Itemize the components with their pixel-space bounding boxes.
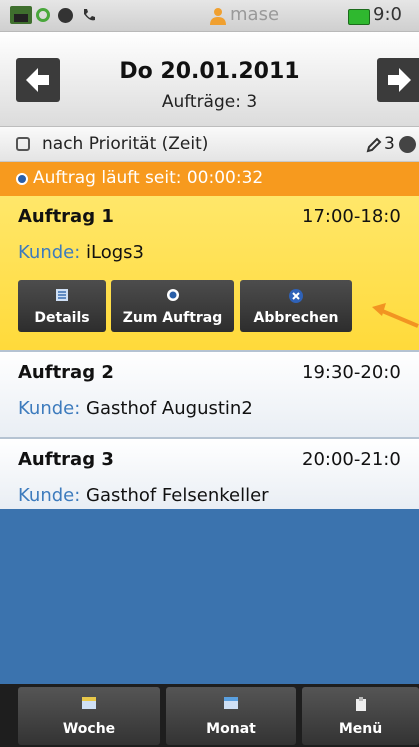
sort-icon <box>16 137 30 151</box>
cancel-button[interactable]: Abbrechen <box>240 280 352 332</box>
customer-name: iLogs3 <box>86 242 145 263</box>
order-item[interactable]: Auftrag 3 20:00-21:0 Kunde: Gasthof Fels… <box>0 439 419 509</box>
battery-icon <box>348 9 370 25</box>
check-icon <box>399 136 416 153</box>
week-button[interactable]: Woche <box>18 687 160 745</box>
order-time: 20:00-21:0 <box>302 449 401 470</box>
user-icon <box>210 8 226 25</box>
go-to-order-button[interactable]: Zum Auftrag <box>111 280 234 332</box>
customer-name: Gasthof Felsenkeller <box>86 485 269 506</box>
apps-icon <box>10 6 32 24</box>
date-header: Do 20.01.2011 Aufträge: 3 <box>0 32 419 127</box>
customer-label: Kunde: <box>18 485 81 506</box>
order-time: 17:00-18:0 <box>302 206 401 227</box>
month-label: Monat <box>206 721 256 737</box>
cancel-label: Abbrechen <box>253 310 339 326</box>
order-count: Aufträge: 3 <box>161 92 258 112</box>
customer-name: Gasthof Augustin2 <box>86 398 253 419</box>
order-time: 19:30-20:0 <box>302 362 401 383</box>
phone-icon <box>84 9 95 21</box>
go-to-order-label: Zum Auftrag <box>122 310 223 326</box>
menu-label: Menü <box>338 721 383 737</box>
details-icon <box>56 289 68 301</box>
bottom-toolbar: Woche Monat Menü <box>0 684 419 747</box>
done-count: 3 <box>384 134 395 154</box>
pointer-arrow-icon <box>372 303 419 328</box>
record-icon <box>58 8 73 23</box>
cancel-icon <box>289 289 303 303</box>
running-time-text: Auftrag läuft seit: 00:00:32 <box>33 168 264 188</box>
week-label: Woche <box>62 721 116 737</box>
order-name: Auftrag 2 <box>18 362 114 383</box>
order-name: Auftrag 3 <box>18 449 114 470</box>
sort-label: nach Priorität (Zeit) <box>42 134 209 154</box>
next-day-button[interactable] <box>377 58 419 102</box>
order-customer: Kunde: Gasthof Felsenkeller <box>18 485 269 506</box>
order-customer: Kunde: iLogs3 <box>18 242 144 263</box>
details-label: Details <box>34 310 90 326</box>
sync-icon <box>36 8 50 22</box>
order-customer: Kunde: Gasthof Augustin2 <box>18 398 253 419</box>
clock: 9:0 <box>373 4 402 25</box>
username: mase <box>230 4 280 25</box>
week-icon <box>82 697 96 709</box>
month-button[interactable]: Monat <box>166 687 296 745</box>
play-icon <box>16 173 28 185</box>
play-icon <box>166 289 179 301</box>
customer-label: Kunde: <box>18 398 81 419</box>
running-order-bar: Auftrag läuft seit: 00:00:32 <box>0 162 419 196</box>
customer-label: Kunde: <box>18 242 81 263</box>
menu-icon <box>355 697 366 711</box>
order-name: Auftrag 1 <box>18 206 114 227</box>
order-item[interactable]: Auftrag 2 19:30-20:0 Kunde: Gasthof Augu… <box>0 352 419 439</box>
month-icon <box>224 697 238 709</box>
menu-button[interactable]: Menü <box>302 687 419 745</box>
status-bar: mase 9:0 <box>0 0 419 32</box>
arrow-right-icon <box>388 68 411 92</box>
sort-bar[interactable]: nach Priorität (Zeit) 3 <box>0 127 419 162</box>
pen-icon <box>366 137 382 153</box>
page-title: Do 20.01.2011 <box>119 59 300 84</box>
order-item[interactable]: Auftrag 1 17:00-18:0 Kunde: iLogs3 Detai… <box>0 196 419 352</box>
details-button[interactable]: Details <box>18 280 106 332</box>
app-screen: mase 9:0 Do 20.01.2011 Aufträge: 3 nach … <box>0 0 419 747</box>
